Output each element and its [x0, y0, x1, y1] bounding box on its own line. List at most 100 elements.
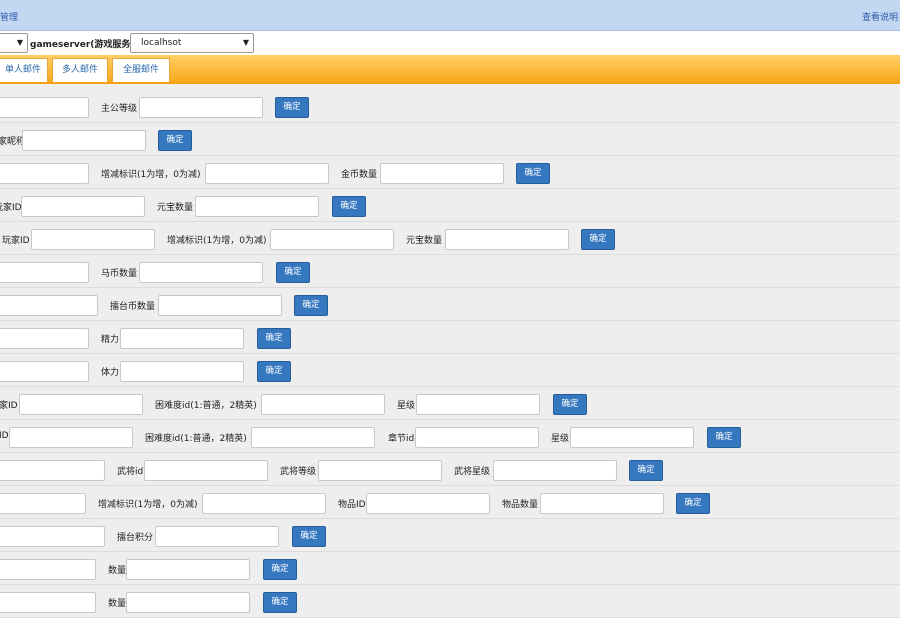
text-input[interactable] — [251, 427, 375, 448]
confirm-button[interactable]: 确定 — [707, 427, 741, 448]
confirm-button[interactable]: 确定 — [294, 295, 328, 316]
tab-single-mail[interactable]: 单人邮件 — [0, 58, 48, 82]
form-row: 玩家ID 增减标识(1为增，0为减) 元宝数量 确定 — [0, 222, 900, 255]
form-row: 武将id 武将等级 武将星级 确定 — [0, 453, 900, 486]
server-label: gameserver(游戏服务器) — [30, 40, 144, 50]
text-input[interactable] — [570, 427, 694, 448]
text-input[interactable] — [380, 163, 504, 184]
text-input[interactable] — [0, 361, 89, 382]
text-input[interactable] — [22, 130, 146, 151]
field-label: 星级 — [551, 434, 570, 444]
field-label: 章节id — [388, 434, 415, 444]
text-input[interactable] — [366, 493, 490, 514]
text-input[interactable] — [0, 295, 98, 316]
text-input[interactable] — [139, 97, 263, 118]
text-input[interactable] — [0, 592, 96, 613]
form-row: 擂台币数量 确定 — [0, 288, 900, 321]
field-label: 星级 — [397, 401, 416, 411]
confirm-button[interactable]: 确定 — [332, 196, 366, 217]
field-label: 数量 — [108, 566, 127, 576]
text-input[interactable] — [540, 493, 664, 514]
field-label: 物品ID — [338, 500, 366, 510]
confirm-button[interactable]: 确定 — [263, 559, 297, 580]
field-label: 马币数量 — [101, 269, 138, 279]
field-label: 武将等级 — [280, 467, 317, 477]
text-input[interactable] — [205, 163, 329, 184]
field-label: 体力 — [101, 368, 120, 378]
field-label: 元宝数量 — [157, 203, 194, 213]
text-input[interactable] — [0, 559, 96, 580]
tab-multi-mail[interactable]: 多人邮件 — [52, 58, 108, 82]
confirm-button[interactable]: 确定 — [292, 526, 326, 547]
page-title: 管理 — [0, 13, 19, 23]
confirm-button[interactable]: 确定 — [158, 130, 192, 151]
form-row: 家ID 困难度id(1:普通，2精英) 星级 确定 — [0, 387, 900, 420]
form-row: 家昵称 确定 — [0, 123, 900, 156]
confirm-button[interactable]: 确定 — [263, 592, 297, 613]
text-input[interactable] — [318, 460, 442, 481]
confirm-button[interactable]: 确定 — [676, 493, 710, 514]
text-input[interactable] — [0, 493, 86, 514]
confirm-button[interactable]: 确定 — [257, 328, 291, 349]
help-link[interactable]: 查看说明 — [862, 10, 898, 23]
text-input[interactable] — [158, 295, 282, 316]
text-input[interactable] — [0, 262, 89, 283]
text-input[interactable] — [120, 361, 244, 382]
confirm-button[interactable]: 确定 — [516, 163, 550, 184]
text-input[interactable] — [144, 460, 268, 481]
text-input[interactable] — [415, 427, 539, 448]
text-input[interactable] — [120, 328, 244, 349]
field-label: 玩家ID — [0, 203, 22, 213]
field-label: 增减标识(1为增，0为减) — [98, 500, 198, 510]
text-input[interactable] — [31, 229, 155, 250]
form-row: 精力 确定 — [0, 321, 900, 354]
field-label: 元宝数量 — [406, 236, 443, 246]
server-select-value: localhsot — [141, 38, 182, 48]
form-row: 增减标识(1为增，0为减) 金币数量 确定 — [0, 156, 900, 189]
text-input[interactable] — [19, 394, 143, 415]
text-input[interactable] — [9, 427, 133, 448]
text-input[interactable] — [126, 592, 250, 613]
field-label: 主公等级 — [101, 104, 138, 114]
form-row: 马币数量 确定 — [0, 255, 900, 288]
form-row: 擂台积分 确定 — [0, 519, 900, 552]
tab-bar: 单人邮件 多人邮件 全服邮件 — [0, 55, 900, 84]
field-label: ID — [0, 431, 9, 441]
form-row: 增减标识(1为增，0为减) 物品ID 物品数量 确定 — [0, 486, 900, 519]
text-input[interactable] — [126, 559, 250, 580]
confirm-button[interactable]: 确定 — [629, 460, 663, 481]
field-label: 增减标识(1为增，0为减) — [101, 170, 201, 180]
field-label: 增减标识(1为增，0为减) — [167, 236, 267, 246]
confirm-button[interactable]: 确定 — [276, 262, 310, 283]
field-label: 武将星级 — [454, 467, 491, 477]
form-row: ID 困难度id(1:普通，2精英) 章节id 星级 确定 — [0, 420, 900, 453]
server-select[interactable]: localhsot ▼ — [130, 33, 254, 53]
server-bar: ▼ gameserver(游戏服务器) localhsot ▼ — [0, 31, 900, 55]
confirm-button[interactable]: 确定 — [257, 361, 291, 382]
text-input[interactable] — [416, 394, 540, 415]
text-input[interactable] — [270, 229, 394, 250]
confirm-button[interactable]: 确定 — [275, 97, 309, 118]
field-label: 武将id — [117, 467, 144, 477]
text-input[interactable] — [493, 460, 617, 481]
text-input[interactable] — [445, 229, 569, 250]
form-row: 数量 确定 — [0, 585, 900, 618]
tab-label: 多人邮件 — [61, 65, 98, 75]
text-input[interactable] — [0, 97, 89, 118]
field-label: 擂台币数量 — [110, 302, 156, 312]
left-select[interactable]: ▼ — [0, 33, 28, 53]
text-input[interactable] — [261, 394, 385, 415]
text-input[interactable] — [0, 460, 105, 481]
text-input[interactable] — [0, 526, 105, 547]
text-input[interactable] — [195, 196, 319, 217]
text-input[interactable] — [21, 196, 145, 217]
confirm-button[interactable]: 确定 — [581, 229, 615, 250]
text-input[interactable] — [139, 262, 263, 283]
tab-server-mail[interactable]: 全服邮件 — [112, 58, 170, 82]
field-label: 困难度id(1:普通，2精英) — [145, 434, 247, 444]
confirm-button[interactable]: 确定 — [553, 394, 587, 415]
text-input[interactable] — [0, 328, 89, 349]
text-input[interactable] — [202, 493, 326, 514]
text-input[interactable] — [155, 526, 279, 547]
text-input[interactable] — [0, 163, 89, 184]
